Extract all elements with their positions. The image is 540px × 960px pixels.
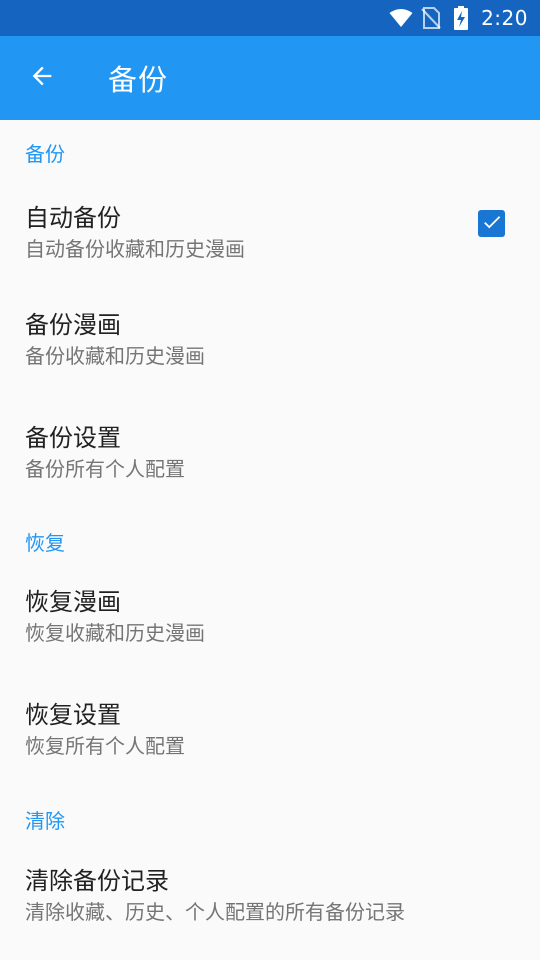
app-bar: 备份 <box>0 36 540 120</box>
no-sim-icon <box>419 6 443 30</box>
battery-charging-icon <box>449 6 473 30</box>
category-header-clear: 清除 <box>25 809 65 833</box>
auto-backup-checkbox[interactable] <box>478 210 505 237</box>
preference-summary: 自动备份收藏和历史漫画 <box>25 237 245 261</box>
preference-title: 清除备份记录 <box>25 867 169 895</box>
preference-summary: 恢复收藏和历史漫画 <box>25 621 205 645</box>
category-header-backup: 备份 <box>25 142 65 166</box>
category-header-restore: 恢复 <box>25 531 65 555</box>
status-bar: 2:20 <box>0 0 540 36</box>
preference-summary: 备份所有个人配置 <box>25 457 185 481</box>
preference-summary: 备份收藏和历史漫画 <box>25 344 205 368</box>
restore-comics-preference[interactable]: 恢复漫画 恢复收藏和历史漫画 <box>0 568 540 681</box>
preference-title: 恢复漫画 <box>25 588 121 616</box>
backup-comics-preference[interactable]: 备份漫画 备份收藏和历史漫画 <box>0 289 540 402</box>
preference-title: 自动备份 <box>25 204 121 232</box>
page-title: 备份 <box>108 63 169 97</box>
preference-summary: 恢复所有个人配置 <box>25 734 185 758</box>
back-button[interactable] <box>14 50 70 106</box>
backup-settings-preference[interactable]: 备份设置 备份所有个人配置 <box>0 402 540 515</box>
check-icon <box>481 211 503 237</box>
restore-settings-preference[interactable]: 恢复设置 恢复所有个人配置 <box>0 681 540 794</box>
clear-backup-records-preference[interactable]: 清除备份记录 清除收藏、历史、个人配置的所有备份记录 <box>0 847 540 947</box>
preference-list: 备份 自动备份 自动备份收藏和历史漫画 备份漫画 备份收藏和历史漫画 备份设置 … <box>0 120 540 947</box>
arrow-left-icon <box>28 62 56 94</box>
wifi-icon <box>389 6 413 30</box>
preference-title: 备份漫画 <box>25 311 121 339</box>
preference-title: 备份设置 <box>25 424 121 452</box>
preference-title: 恢复设置 <box>25 701 121 729</box>
auto-backup-preference[interactable]: 自动备份 自动备份收藏和历史漫画 <box>0 182 540 289</box>
status-time: 2:20 <box>481 6 528 30</box>
preference-summary: 清除收藏、历史、个人配置的所有备份记录 <box>25 900 405 924</box>
